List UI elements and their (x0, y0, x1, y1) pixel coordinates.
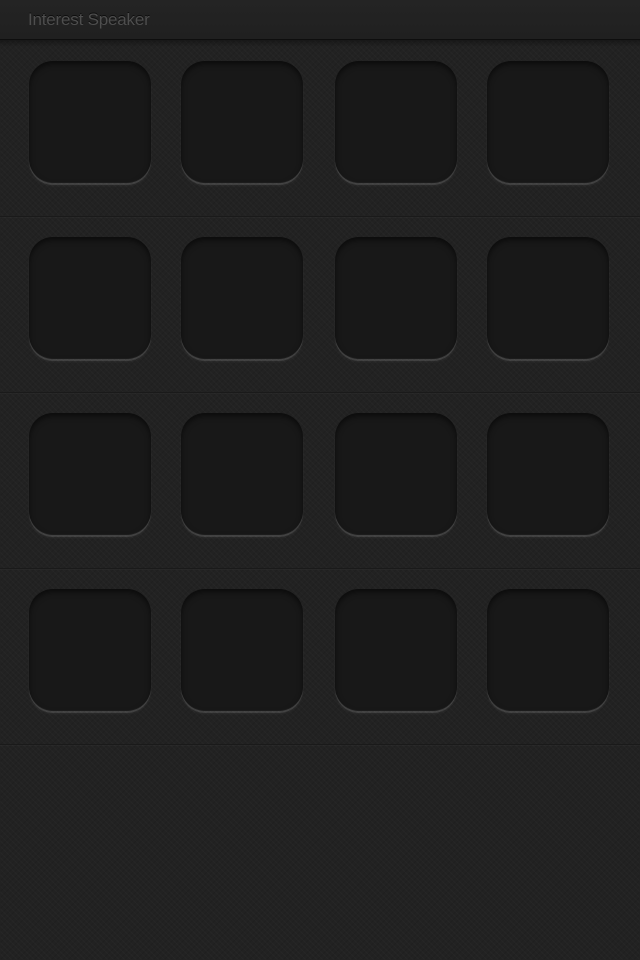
icon-slot[interactable] (29, 237, 151, 359)
shelf-row-1 (0, 41, 640, 217)
app-title: Interest Speaker (28, 9, 150, 29)
icon-slot[interactable] (487, 589, 609, 711)
title-bar: Interest Speaker (0, 0, 640, 47)
shelf-row-4 (0, 569, 640, 745)
icon-slot[interactable] (181, 237, 303, 359)
icon-shelves (0, 41, 640, 745)
empty-background-area (0, 749, 640, 960)
icon-slot[interactable] (487, 413, 609, 535)
icon-slot[interactable] (487, 237, 609, 359)
icon-slot[interactable] (335, 61, 457, 183)
icon-slot[interactable] (487, 61, 609, 183)
icon-slot[interactable] (29, 413, 151, 535)
icon-slot[interactable] (335, 413, 457, 535)
icon-slot[interactable] (181, 589, 303, 711)
app-window: Interest Speaker (0, 0, 640, 960)
icon-slot[interactable] (335, 589, 457, 711)
icon-slot[interactable] (181, 413, 303, 535)
icon-slot[interactable] (335, 237, 457, 359)
icon-slot[interactable] (29, 61, 151, 183)
shelf-row-2 (0, 217, 640, 393)
shelf-row-3 (0, 393, 640, 569)
icon-slot[interactable] (181, 61, 303, 183)
icon-slot[interactable] (29, 589, 151, 711)
